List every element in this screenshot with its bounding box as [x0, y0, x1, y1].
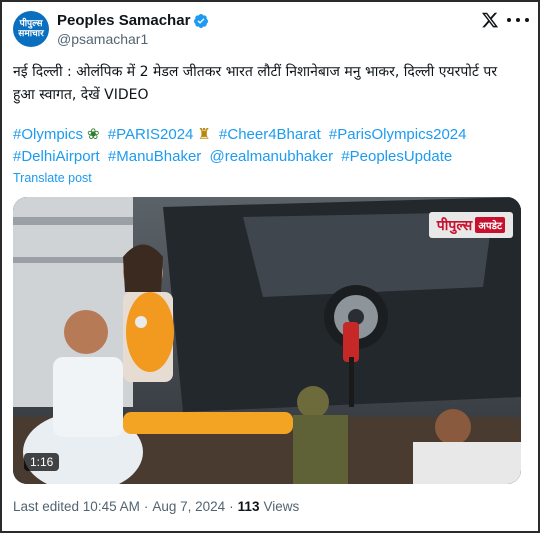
hashtag-parisolympics2024[interactable]: #ParisOlympics2024: [329, 126, 467, 143]
verified-badge-icon: [194, 13, 209, 28]
avatar-text-line1: पीपुल्स: [19, 19, 43, 29]
name-row: Peoples Samachar: [57, 12, 209, 29]
wreath-icon: ❀: [87, 126, 100, 143]
video-duration: 1:16: [24, 453, 60, 471]
video-player[interactable]: पीपुल्स अपडेट 1:16: [13, 197, 521, 484]
hashtag-peoplesupdate[interactable]: #PeoplesUpdate: [341, 148, 452, 165]
post-meta: Last edited 10:45 AM · Aug 7, 2024 · 113…: [13, 499, 299, 514]
tweet-card: पीपुल्स समाचार Peoples Samachar @psamach…: [0, 0, 540, 533]
separator-dot: ·: [229, 499, 234, 514]
display-name[interactable]: Peoples Samachar: [57, 12, 190, 29]
eiffel-tower-icon: ♜: [197, 126, 211, 143]
channel-badge: पीपुल्स अपडेट: [428, 212, 513, 238]
last-edited-time[interactable]: Last edited 10:45 AM: [13, 499, 140, 514]
hashtag-cheer4bharat[interactable]: #Cheer4Bharat: [219, 126, 321, 143]
hashtag-block: #Olympics ❀ #PARIS2024 ♜ #Cheer4Bharat #Pa…: [13, 124, 523, 168]
x-logo-icon[interactable]: [481, 11, 499, 29]
user-handle[interactable]: @psamachar1: [57, 31, 148, 47]
hashtag-delhiairport[interactable]: #DelhiAirport: [13, 148, 100, 165]
views-count: 113: [237, 499, 260, 514]
avatar-text-line2: समाचार: [18, 29, 44, 39]
hashtag-manubhaker[interactable]: #ManuBhaker: [108, 148, 201, 165]
mention-realmanubhaker[interactable]: @realmanubhaker: [209, 148, 333, 165]
hashtag-olympics[interactable]: #Olympics: [13, 126, 83, 143]
hashtag-paris2024[interactable]: #PARIS2024: [108, 126, 194, 143]
tweet-text: नई दिल्ली : ओलंपिक में 2 मेडल जीतकर भारत…: [13, 64, 498, 103]
translate-post-link[interactable]: Translate post: [13, 171, 92, 185]
post-date[interactable]: Aug 7, 2024: [152, 499, 225, 514]
views-label: Views: [263, 499, 300, 514]
video-frame-illustration: [13, 197, 521, 484]
badge-main-text: पीपुल्स: [436, 217, 473, 234]
separator-dot: ·: [143, 499, 149, 514]
more-options-icon[interactable]: [507, 11, 529, 29]
badge-sub-text: अपडेट: [475, 217, 505, 233]
profile-avatar[interactable]: पीपुल्स समाचार: [13, 11, 49, 47]
